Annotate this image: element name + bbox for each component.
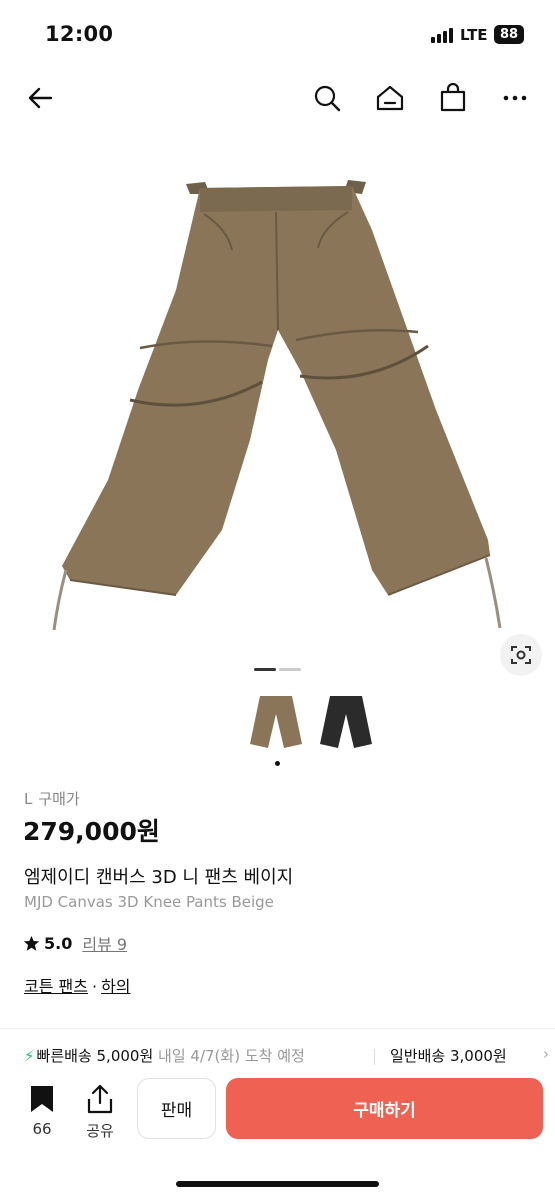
top-nav (0, 70, 555, 126)
home-button[interactable] (370, 78, 410, 118)
size-price-label: L 구매가 (24, 788, 80, 809)
price-label: 구매가 (38, 790, 80, 808)
back-button[interactable] (20, 78, 60, 118)
product-name-english: MJD Canvas 3D Knee Pants Beige (24, 893, 274, 911)
buy-button[interactable]: 구매하기 (226, 1078, 543, 1139)
size-label: L (24, 790, 33, 808)
more-button[interactable] (495, 78, 535, 118)
share-button[interactable]: 공유 (80, 1084, 120, 1141)
lens-search-icon (511, 646, 531, 664)
home-icon (376, 85, 404, 111)
reviews-link[interactable]: 리뷰 9 (82, 931, 127, 955)
more-icon (503, 95, 527, 101)
back-arrow-icon (28, 87, 53, 109)
rating-score: 5.0 (44, 933, 73, 953)
thumbnail-selected-dot (275, 761, 280, 766)
cart-button[interactable] (433, 78, 473, 118)
product-price: 279,000원 (23, 817, 160, 846)
share-label: 공유 (86, 1122, 114, 1140)
status-bar: 12:00 LTE 88 (0, 0, 555, 64)
search-button[interactable] (307, 78, 347, 118)
pager-active (254, 668, 276, 671)
shopping-bag-icon (440, 83, 466, 112)
search-icon (314, 85, 341, 112)
product-image[interactable] (0, 150, 555, 670)
status-time: 12:00 (45, 22, 114, 46)
bookmark-button[interactable]: 66 (22, 1084, 62, 1138)
category-tags: 코튼 팬츠 · 하의 (24, 973, 131, 997)
network-label: LTE (460, 26, 488, 44)
tag-separator: · (91, 977, 98, 996)
fast-shipping-label: 빠른배송 5,000원 (36, 1047, 154, 1065)
chevron-right-icon: › (543, 1045, 549, 1063)
shipping-divider (374, 1049, 375, 1065)
sell-button[interactable]: 판매 (137, 1078, 216, 1139)
thumbnail-black[interactable] (316, 692, 376, 752)
battery-icon: 88 (494, 25, 524, 44)
color-thumbnails (246, 692, 386, 752)
rating-row: 5.0 리뷰 9 (23, 931, 127, 955)
shipping-options[interactable]: ⚡ 빠른배송 5,000원 내일 4/7(화) 도착 예정 일반배송 3,000원… (24, 1045, 555, 1071)
lens-search-button[interactable] (500, 634, 542, 676)
lightning-icon: ⚡ (24, 1047, 35, 1065)
tag-bottoms[interactable]: 하의 (101, 977, 130, 996)
pants-illustration (52, 180, 502, 631)
tag-cotton-pants[interactable]: 코튼 팬츠 (24, 977, 88, 996)
home-indicator (176, 1181, 379, 1187)
image-pager (254, 668, 302, 671)
bookmark-icon (31, 1086, 53, 1112)
star-icon (23, 935, 40, 951)
fast-shipping-detail: 내일 4/7(화) 도착 예정 (158, 1047, 305, 1065)
share-icon (87, 1084, 113, 1114)
product-name-korean: 엠제이디 캔버스 3D 니 팬츠 베이지 (24, 867, 294, 888)
pager-inactive (279, 668, 301, 671)
signal-icon (431, 27, 455, 43)
thumbnail-beige[interactable] (246, 692, 306, 752)
bookmark-count: 66 (32, 1120, 52, 1138)
normal-shipping-label: 일반배송 3,000원 (390, 1047, 507, 1065)
divider (0, 1028, 555, 1029)
